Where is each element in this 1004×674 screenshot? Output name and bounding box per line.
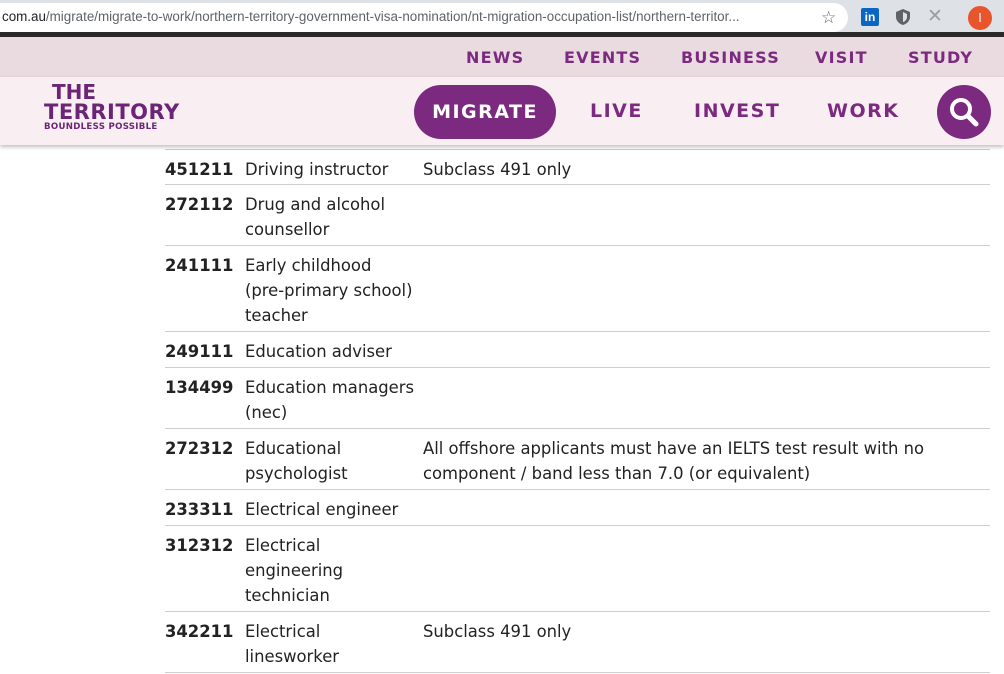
profile-avatar[interactable]: I [968, 6, 992, 30]
url-path: /migrate/migrate-to-work/northern-territ… [45, 9, 740, 24]
url-text[interactable]: com.au/migrate/migrate-to-work/northern-… [2, 9, 808, 24]
occupation-note: Subclass 491 only [423, 622, 572, 641]
nav-invest[interactable]: INVEST [694, 100, 780, 122]
occupation-code: 134499 [165, 378, 234, 397]
logo-tagline: BOUNDLESS POSSIBLE [44, 122, 158, 132]
nav-events[interactable]: EVENTS [564, 48, 641, 67]
logo-line-territory: TERRITORY [44, 100, 180, 124]
occupation-code: 249111 [165, 342, 234, 361]
x-extension-icon[interactable]: ✕ [926, 7, 944, 26]
bookmark-star-icon[interactable]: ☆ [821, 8, 836, 28]
table-row: 241111 Early childhood (pre-primary schoo… [165, 246, 990, 332]
occupation-code: 451211 [165, 160, 234, 179]
occupation-code: 342211 [165, 622, 234, 641]
table-row: 233311 Electrical engineer [165, 490, 990, 526]
address-bar[interactable]: com.au/migrate/migrate-to-work/northern-… [0, 3, 848, 32]
table-row: 272112 Drug and alcohol counsellor [165, 185, 990, 246]
nav-migrate[interactable]: MIGRATE [414, 85, 556, 139]
nav-study[interactable]: STUDY [908, 48, 973, 67]
occupation-name: Electrical linesworker [245, 622, 340, 666]
browser-toolbar: com.au/migrate/migrate-to-work/northern-… [0, 0, 1004, 37]
site-header: THE TERRITORY BOUNDLESS POSSIBLE MIGRATE… [0, 77, 1004, 145]
table-row: 342211 Electrical linesworker Subclass 491… [165, 612, 990, 673]
linkedin-extension-icon[interactable]: in [861, 8, 879, 26]
occupation-name: Early childhood (pre-primary school) tea… [245, 256, 413, 325]
nav-work[interactable]: WORK [827, 100, 899, 122]
occupation-code: 233311 [165, 500, 234, 519]
secondary-nav: NEWS EVENTS BUSINESS VISIT STUDY [0, 37, 1004, 77]
nav-business[interactable]: BUSINESS [681, 48, 780, 67]
nav-visit[interactable]: VISIT [815, 48, 868, 67]
occupation-name: Education adviser [245, 342, 392, 361]
occupation-note: All offshore applicants must have an IEL… [423, 439, 925, 483]
occupation-name: Driving instructor [245, 160, 389, 179]
nav-live[interactable]: LIVE [590, 100, 643, 122]
search-icon [950, 98, 979, 127]
url-host: com.au [2, 9, 46, 24]
table-row: 272312 Educational psychologist All offsho… [165, 429, 990, 490]
occupation-name: Electrical engineer [245, 500, 399, 519]
nav-news[interactable]: NEWS [466, 48, 524, 67]
occupation-code: 312312 [165, 536, 234, 555]
occupation-table: 451211 Driving instructor Subclass 491 onl… [165, 149, 990, 673]
table-row: 134499 Education managers (nec) [165, 368, 990, 429]
occupation-name: Electrical engineering technician [245, 536, 344, 605]
table-row: 451211 Driving instructor Subclass 491 onl… [165, 149, 990, 185]
occupation-code: 241111 [165, 256, 234, 275]
table-row: 249111 Education adviser [165, 332, 990, 368]
shield-extension-icon[interactable] [894, 8, 912, 26]
occupation-code: 272312 [165, 439, 234, 458]
search-button[interactable] [937, 85, 991, 139]
occupation-name: Educational psychologist [245, 439, 348, 483]
site-logo[interactable]: THE TERRITORY BOUNDLESS POSSIBLE [44, 82, 180, 132]
occupation-note: Subclass 491 only [423, 160, 572, 179]
occupation-name: Drug and alcohol counsellor [245, 195, 386, 239]
occupation-name: Education managers (nec) [245, 378, 415, 422]
table-row: 312312 Electrical engineering technician [165, 526, 990, 612]
occupation-code: 272112 [165, 195, 234, 214]
